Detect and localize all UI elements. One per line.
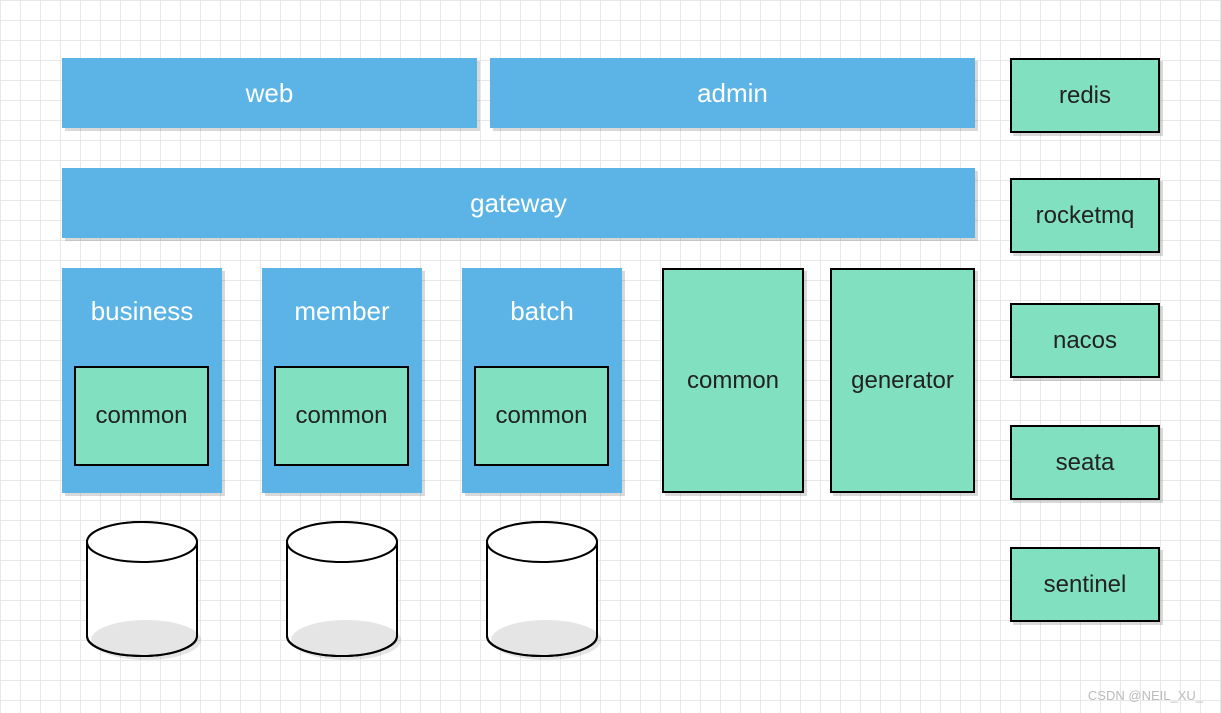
label-common: common	[687, 367, 779, 395]
box-sentinel: sentinel	[1010, 547, 1160, 622]
box-gateway: gateway	[62, 168, 975, 238]
label-web: web	[246, 78, 294, 109]
label-member-common: common	[295, 402, 387, 430]
box-member: member common	[262, 268, 422, 493]
box-business: business common	[62, 268, 222, 493]
database-icon	[282, 518, 402, 668]
box-generator: generator	[830, 268, 975, 493]
box-nacos: nacos	[1010, 303, 1160, 378]
database-icon	[82, 518, 202, 668]
box-redis: redis	[1010, 58, 1160, 133]
box-admin: admin	[490, 58, 975, 128]
box-batch-common: common	[474, 366, 609, 466]
watermark: CSDN @NEIL_XU_	[1088, 688, 1203, 703]
label-gateway: gateway	[470, 188, 567, 219]
cylinder-icon	[482, 518, 602, 663]
box-batch: batch common	[462, 268, 622, 493]
box-web: web	[62, 58, 477, 128]
label-business-common: common	[95, 402, 187, 430]
label-rocketmq: rocketmq	[1036, 202, 1135, 230]
database-icon	[482, 518, 602, 668]
diagram-canvas: web admin gateway business common member…	[0, 0, 1221, 713]
label-batch: batch	[462, 268, 622, 327]
label-nacos: nacos	[1053, 327, 1117, 355]
label-member: member	[262, 268, 422, 327]
cylinder-icon	[82, 518, 202, 663]
cylinder-icon	[282, 518, 402, 663]
box-rocketmq: rocketmq	[1010, 178, 1160, 253]
label-batch-common: common	[495, 402, 587, 430]
label-sentinel: sentinel	[1044, 571, 1127, 599]
label-seata: seata	[1056, 449, 1115, 477]
box-common: common	[662, 268, 804, 493]
box-member-common: common	[274, 366, 409, 466]
box-seata: seata	[1010, 425, 1160, 500]
label-admin: admin	[697, 78, 768, 109]
label-business: business	[62, 268, 222, 327]
label-redis: redis	[1059, 82, 1111, 110]
label-generator: generator	[851, 367, 954, 395]
box-business-common: common	[74, 366, 209, 466]
